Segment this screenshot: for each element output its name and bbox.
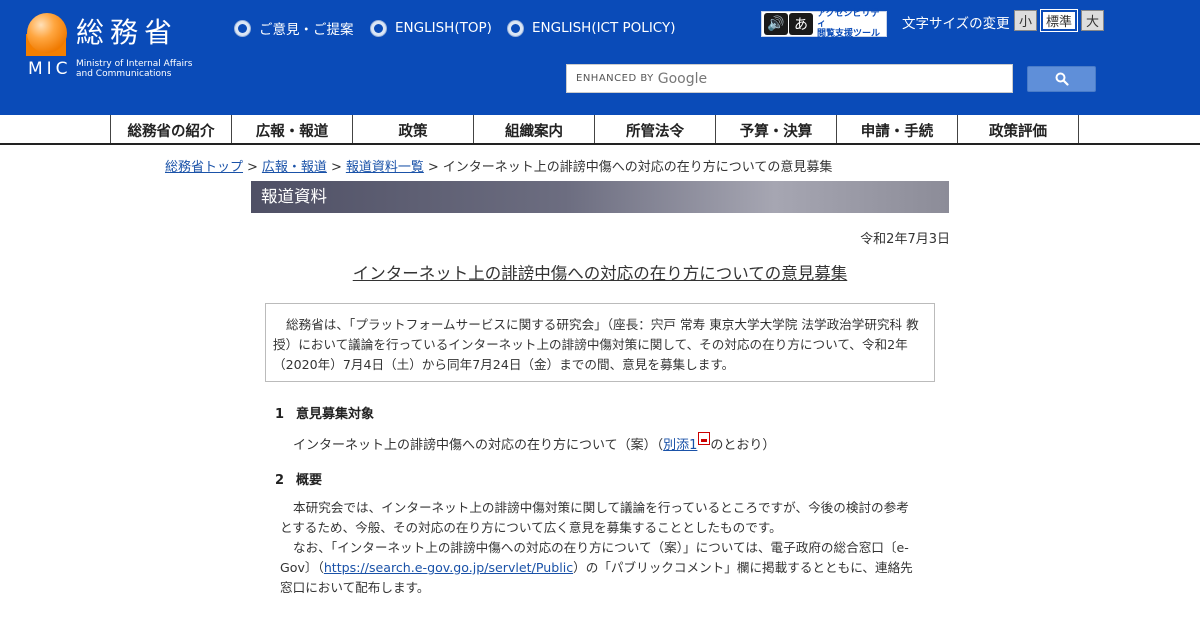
logo-english-line1: Ministry of Internal Affairs bbox=[76, 59, 193, 69]
release-date: 令和2年7月3日 bbox=[860, 232, 950, 247]
header-link-english-ict[interactable]: ENGLISH(ICT POLICY) bbox=[507, 18, 676, 38]
nav-item-about[interactable]: 総務省の紹介 bbox=[111, 115, 232, 143]
header-link-label: ご意見・ご提案 bbox=[259, 22, 354, 38]
font-size-label: 文字サイズの変更 bbox=[902, 16, 1010, 32]
font-size-standard-button[interactable]: 標準 bbox=[1040, 9, 1078, 32]
section-number: 1 bbox=[275, 407, 285, 422]
attachment-1-link[interactable]: 別添1 bbox=[663, 438, 697, 453]
section-heading: 報道資料 bbox=[251, 181, 949, 213]
section-number: 2 bbox=[275, 473, 285, 488]
accessibility-label-line1: アクセシビリティ bbox=[817, 9, 880, 29]
egov-link[interactable]: https://search.e-gov.go.jp/servlet/Publi… bbox=[324, 560, 573, 575]
header-link-english-top[interactable]: ENGLISH(TOP) bbox=[370, 18, 492, 38]
logo-mark-sun bbox=[27, 13, 67, 53]
logo-english-line2: and Communications bbox=[76, 69, 172, 79]
mic-logo[interactable]: 総務省 MIC Ministry of Internal Affairs and… bbox=[26, 12, 216, 82]
header-link-feedback[interactable]: ご意見・ご提案 bbox=[234, 18, 354, 38]
header-link-label: ENGLISH(ICT POLICY) bbox=[532, 20, 676, 36]
global-nav: 総務省の紹介 広報・報道 政策 組織案内 所管法令 予算・決算 申請・手続 政策… bbox=[0, 115, 1200, 145]
nav-item-policy[interactable]: 政策 bbox=[353, 115, 474, 143]
nav-item-organization[interactable]: 組織案内 bbox=[474, 115, 595, 143]
nav-item-applications[interactable]: 申請・手続 bbox=[837, 115, 958, 143]
breadcrumb-separator: > bbox=[427, 160, 439, 175]
nav-item-laws[interactable]: 所管法令 bbox=[595, 115, 716, 143]
breadcrumb-separator: > bbox=[330, 160, 342, 175]
accessibility-tool-button[interactable]: 🔊 あ アクセシビリティ 閲覧支援ツール bbox=[761, 9, 887, 39]
overview-paragraph-2: なお、「インターネット上の誹謗中傷への対応の在り方について（案）」については、電… bbox=[280, 538, 920, 598]
hiragana-a-icon: あ bbox=[789, 13, 813, 35]
pdf-icon bbox=[698, 432, 711, 445]
section-heading-overview: 2 概要 bbox=[275, 469, 322, 488]
speaker-icon: 🔊 bbox=[764, 13, 788, 35]
breadcrumb: 総務省トップ > 広報・報道 > 報道資料一覧 > インターネット上の誹謗中傷への対応の在り… bbox=[165, 156, 832, 175]
section-heading-target: 1 意見募集対象 bbox=[275, 403, 374, 422]
nav-item-budget[interactable]: 予算・決算 bbox=[716, 115, 837, 143]
page-title-text: インターネット上の誹謗中傷への対応の在り方についての意見募集 bbox=[352, 264, 848, 283]
nav-item-evaluation[interactable]: 政策評価 bbox=[958, 115, 1079, 143]
accessibility-tool-label: アクセシビリティ 閲覧支援ツール bbox=[817, 9, 886, 39]
summary-box: 総務省は、「プラットフォームサービスに関する研究会」（座長：宍戸 常寿 東京大学… bbox=[265, 303, 935, 382]
overview-body: 本研究会では、インターネット上の誹謗中傷対策に関して議論を行っているところですが… bbox=[280, 498, 920, 598]
font-size-small-button[interactable]: 小 bbox=[1014, 10, 1037, 31]
header-link-label: ENGLISH(TOP) bbox=[395, 20, 492, 36]
bullet-icon bbox=[507, 19, 524, 37]
breadcrumb-link-press-list[interactable]: 報道資料一覧 bbox=[346, 160, 424, 175]
section-heading-text: 意見募集対象 bbox=[296, 407, 375, 422]
accessibility-label-line2: 閲覧支援ツール bbox=[817, 29, 881, 39]
comment-target-line: インターネット上の誹謗中傷への対応の在り方について（案）（別添1 のとおり） bbox=[293, 432, 776, 453]
nav-item-press[interactable]: 広報・報道 bbox=[232, 115, 353, 143]
bullet-icon bbox=[234, 19, 251, 37]
logo-japanese-name: 総務省 bbox=[76, 16, 179, 49]
breadcrumb-link-press[interactable]: 広報・報道 bbox=[262, 160, 327, 175]
site-header: 総務省 MIC Ministry of Internal Affairs and… bbox=[0, 0, 1200, 115]
bullet-icon bbox=[370, 19, 387, 37]
target-text-before: インターネット上の誹謗中傷への対応の在り方について（案）（ bbox=[293, 438, 664, 453]
page-title: インターネット上の誹謗中傷への対応の在り方についての意見募集 bbox=[0, 260, 1200, 284]
search-input[interactable]: ENHANCED BY Google bbox=[566, 64, 1013, 93]
overview-paragraph-1-text: 本研究会では、インターネット上の誹謗中傷対策に関して議論を行っているところですが… bbox=[280, 500, 909, 535]
summary-text: 総務省は、「プラットフォームサービスに関する研究会」（座長：宍戸 常寿 東京大学… bbox=[273, 317, 919, 372]
breadcrumb-current: インターネット上の誹謗中傷への対応の在り方についての意見募集 bbox=[442, 160, 833, 175]
search-icon bbox=[1055, 72, 1069, 86]
search-enhanced-by: ENHANCED BY bbox=[576, 73, 654, 84]
section-heading-text: 概要 bbox=[296, 473, 323, 488]
breadcrumb-separator: > bbox=[247, 160, 258, 175]
font-size-large-button[interactable]: 大 bbox=[1081, 10, 1104, 31]
search-google-label: Google bbox=[657, 70, 708, 87]
logo-mic-text: MIC bbox=[28, 59, 72, 79]
breadcrumb-link-top[interactable]: 総務省トップ bbox=[165, 160, 243, 175]
logo-english-name: Ministry of Internal Affairs and Communi… bbox=[76, 59, 192, 79]
target-text-after: のとおり） bbox=[710, 438, 776, 453]
overview-paragraph-1: 本研究会では、インターネット上の誹謗中傷対策に関して議論を行っているところですが… bbox=[280, 498, 920, 538]
search-button[interactable] bbox=[1027, 66, 1096, 92]
